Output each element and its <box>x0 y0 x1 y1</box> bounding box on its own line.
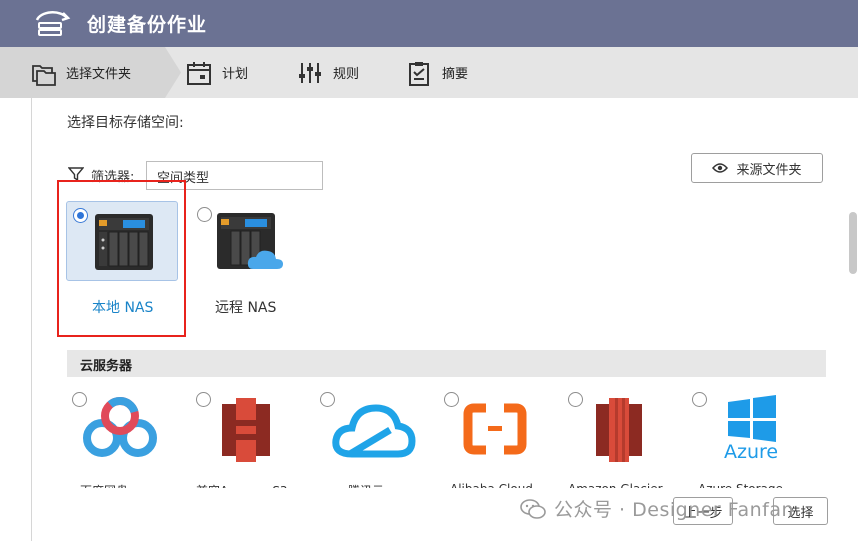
cloud-section-header: 云服务器 <box>67 350 826 377</box>
source-folder-label: 来源文件夹 <box>736 162 802 178</box>
wechat-icon <box>520 498 546 519</box>
step-label: 摘要 <box>442 67 469 82</box>
cloud-option-azure[interactable]: Azure Azure Storage <box>686 392 806 496</box>
step-select-folder[interactable]: 选择文件夹 <box>0 47 181 98</box>
window-title: 创建备份作业 <box>87 14 208 36</box>
backup-app-icon <box>35 11 71 36</box>
svg-text:Azure: Azure <box>724 441 778 463</box>
folder-copy-icon <box>32 64 56 86</box>
step-label: 计划 <box>222 67 249 82</box>
s3-compatible-icon <box>222 398 270 462</box>
remote-nas-radio[interactable] <box>197 207 212 222</box>
cloud-option-s3[interactable]: 兼容Amazon S3 <box>190 392 310 498</box>
step-summary[interactable]: 摘要 <box>406 47 468 98</box>
step-label: 选择文件夹 <box>66 67 132 82</box>
step-arrow <box>165 47 181 98</box>
watermark: 公众号 · Designer Fanfan <box>520 495 794 522</box>
step-label: 规则 <box>333 67 360 82</box>
sliders-icon <box>299 62 321 83</box>
destination-prompt: 选择目标存储空间: <box>67 115 184 131</box>
title-bar: 创建备份作业 <box>0 0 858 47</box>
watermark-text: 公众号 · Designer Fanfan <box>554 499 795 521</box>
cloud-option-glacier[interactable]: Amazon Glacier <box>562 392 682 496</box>
source-folder-button[interactable]: 来源文件夹 <box>691 153 823 183</box>
cloud-option-baidu[interactable]: 百度网盘 <box>66 392 186 498</box>
cloud-option-alibaba[interactable]: Alibaba Cloud <box>438 392 558 496</box>
alibaba-cloud-icon <box>463 403 527 455</box>
tencent-cloud-icon <box>332 404 416 458</box>
remote-nas-label[interactable]: 远程 NAS <box>215 297 276 317</box>
calendar-icon <box>187 61 211 85</box>
wizard-steps: 选择文件夹 计划 规则 摘要 <box>0 47 858 98</box>
clipboard-icon <box>409 61 429 86</box>
panel-border <box>31 98 32 541</box>
baidu-netdisk-icon <box>83 397 157 457</box>
step-rules[interactable]: 规则 <box>297 47 359 98</box>
remote-nas-option[interactable] <box>191 201 303 281</box>
remote-nas-icon <box>217 213 283 269</box>
eye-icon <box>712 163 729 173</box>
amazon-glacier-icon <box>596 398 642 462</box>
cloud-option-tencent[interactable]: 腾讯云 <box>314 392 434 498</box>
annotation-highlight-box <box>57 180 186 337</box>
azure-icon: Azure <box>724 395 778 463</box>
scrollbar-thumb[interactable] <box>849 212 857 274</box>
filter-icon <box>68 167 84 181</box>
step-schedule[interactable]: 计划 <box>186 47 248 98</box>
